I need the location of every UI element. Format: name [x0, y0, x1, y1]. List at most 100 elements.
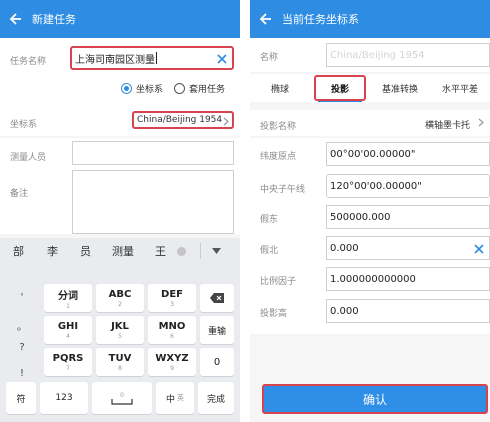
page-title: 新建任务 [32, 13, 76, 26]
key-sublabel: 9 [170, 364, 174, 372]
radio-coord[interactable]: 坐标系 [121, 82, 163, 95]
key-label: PQRS [52, 352, 84, 364]
task-name-input[interactable]: 上海司南园区测量 [70, 46, 234, 70]
key-4[interactable]: GHI 4 [44, 316, 92, 344]
top-bar: 新建任务 [0, 0, 240, 38]
projection-name-value: 横轴墨卡托 [424, 121, 470, 131]
done-key[interactable]: 完成 [198, 382, 234, 414]
tab-horizontal-adjust[interactable]: 水平平差 [430, 74, 490, 102]
note-label: 备注 [10, 189, 29, 199]
tab-datum-transform[interactable]: 基准转换 [370, 74, 430, 102]
confirm-button[interactable]: 确认 [262, 384, 488, 414]
symbol-key[interactable]: ? [4, 342, 40, 353]
key-sublabel: 8 [118, 364, 122, 372]
key-label: WXYZ [155, 352, 189, 364]
candidate-item[interactable]: 测量 [112, 243, 134, 259]
surveyor-input[interactable] [72, 141, 234, 165]
radio-unchecked-icon [174, 83, 185, 94]
chevron-right-icon [478, 118, 484, 127]
lang-secondary: 英 [177, 394, 184, 402]
radio-apply-task[interactable]: 套用任务 [174, 82, 225, 95]
key-label: TUV [108, 352, 132, 364]
symbol-key[interactable]: 。 [4, 318, 40, 333]
page-title: 当前任务坐标系 [282, 13, 359, 26]
lang-primary: 中 [165, 394, 175, 405]
coordinate-system-screen: 当前任务坐标系 名称 China/Beijing 1954 椭球 投影 基准转换… [250, 0, 490, 422]
candidate-item[interactable]: 王 [155, 243, 166, 259]
candidate-item[interactable]: 部 [13, 243, 24, 259]
key-sublabel: 7 [66, 364, 70, 372]
text-cursor [156, 52, 157, 64]
key-label: 分词 [58, 290, 78, 302]
key-sublabel: 2 [118, 300, 122, 308]
key-sublabel: 6 [170, 332, 174, 340]
key-1[interactable]: 分词 1 [44, 284, 92, 312]
key-7[interactable]: PQRS 7 [44, 348, 92, 376]
key-9[interactable]: WXYZ 9 [148, 348, 196, 376]
false-northing-value: 0.000 [330, 242, 359, 254]
reset-key[interactable]: 重输 [200, 316, 234, 344]
candidate-item[interactable]: 李 [47, 243, 58, 259]
tab-bar: 椭球 投影 基准转换 水平平差 [250, 74, 490, 102]
note-input[interactable] [72, 170, 234, 234]
new-task-screen: 新建任务 任务名称 上海司南园区测量 坐标系 套用任务 坐标系 China/Be… [0, 0, 240, 422]
lang-switch-key[interactable]: 中 英 [156, 382, 194, 414]
key-5[interactable]: JKL 5 [96, 316, 144, 344]
projection-height-input[interactable]: 0.000 [326, 299, 490, 323]
radio-apply-label: 套用任务 [189, 85, 226, 95]
candidate-divider [200, 243, 201, 259]
screenshot-root: 新建任务 任务名称 上海司南园区测量 坐标系 套用任务 坐标系 China/Be… [0, 0, 490, 422]
surveyor-label: 测量人员 [10, 153, 47, 163]
key-6[interactable]: MNO 6 [148, 316, 196, 344]
candidate-bar: 部 李 员 测量 王 [0, 238, 240, 264]
highlight-box [314, 75, 366, 101]
key-8[interactable]: TUV 8 [96, 348, 144, 376]
scale-factor-input[interactable]: 1.000000000000 [326, 267, 490, 291]
space-key[interactable]: 0 [92, 382, 152, 414]
param-label: 假东 [260, 215, 279, 225]
chevron-right-icon [223, 117, 229, 126]
latitude-origin-input[interactable]: 00°00'00.00000" [326, 142, 490, 166]
space-bar-icon [111, 399, 133, 405]
symbols-key[interactable]: 符 [6, 382, 36, 414]
false-northing-input[interactable]: 0.000 [326, 236, 490, 260]
false-easting-input[interactable]: 500000.000 [326, 205, 490, 229]
backspace-icon [210, 293, 224, 303]
clear-icon[interactable] [217, 54, 227, 64]
radio-checked-icon [121, 83, 132, 94]
top-bar: 当前任务坐标系 [250, 0, 490, 38]
candidate-item[interactable]: 员 [80, 243, 91, 259]
back-button[interactable] [250, 0, 282, 38]
expand-down-icon[interactable] [212, 248, 221, 254]
backspace-key[interactable] [200, 284, 234, 312]
key-label: DEF [161, 288, 183, 300]
param-label: 纬度原点 [260, 152, 297, 162]
key-3[interactable]: DEF 3 [148, 284, 196, 312]
param-label: 投影高 [260, 309, 288, 319]
numbers-key[interactable]: 123 [40, 382, 88, 414]
central-meridian-input[interactable]: 120°00'00.00000" [326, 174, 490, 198]
task-name-label: 任务名称 [10, 57, 47, 67]
symbol-key[interactable]: ! [4, 368, 40, 379]
projection-name-label: 投影名称 [260, 122, 297, 132]
clear-icon[interactable] [474, 244, 484, 254]
coord-selector[interactable]: China/Beijing 1954 [132, 111, 234, 129]
zero-key[interactable]: 0 [200, 348, 234, 376]
name-label: 名称 [260, 53, 279, 63]
ime-keyboard: 部 李 员 测量 王 ' 。 ? ! 分词 1 ABC 2 DEF 3 GHI 4 JK [0, 238, 240, 422]
task-name-value: 上海司南园区测量 [75, 54, 155, 66]
arrow-left-icon [9, 13, 21, 25]
key-2[interactable]: ABC 2 [96, 284, 144, 312]
param-label: 中央子午线 [260, 185, 306, 195]
key-label: GHI [57, 320, 79, 332]
coord-value: China/Beijing 1954 [137, 115, 223, 125]
tab-ellipsoid[interactable]: 椭球 [250, 74, 310, 102]
tab-projection[interactable]: 投影 [310, 74, 370, 102]
delete-candidate-icon[interactable] [177, 246, 186, 256]
name-input[interactable]: China/Beijing 1954 [326, 43, 490, 67]
param-label: 比例因子 [260, 277, 297, 287]
symbol-key[interactable]: ' [4, 292, 40, 303]
back-button[interactable] [0, 0, 32, 38]
key-sublabel: 5 [118, 332, 122, 340]
key-label: MNO [158, 320, 186, 332]
